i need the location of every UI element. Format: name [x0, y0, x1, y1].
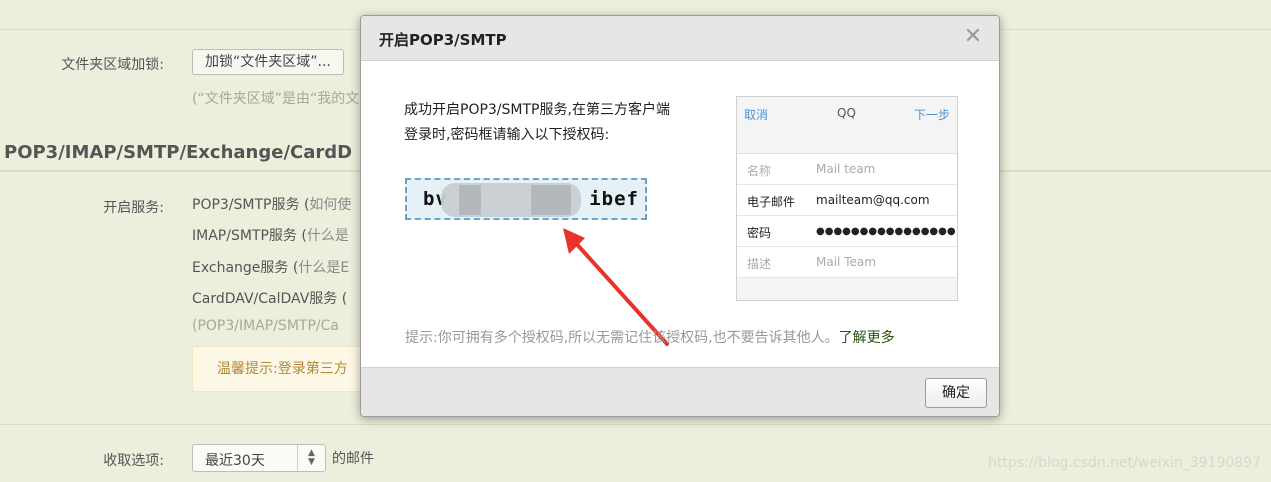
- phone-row-key: 电子邮件: [747, 195, 796, 209]
- fetch-range-select[interactable]: 最近30天 ▲ ▼: [192, 444, 326, 472]
- service-exchange-help-link[interactable]: 什么是E: [298, 260, 349, 276]
- service-imap: IMAP/SMTP服务 (什么是: [192, 225, 349, 245]
- service-carddav-name: CardDAV/CalDAV服务 (: [192, 291, 348, 307]
- service-pop3-help-link[interactable]: 如何使: [309, 197, 351, 213]
- phone-row-name: 名称 Mail team: [737, 154, 957, 185]
- fetch-divider: [0, 424, 1271, 425]
- phone-row-value: mailteam@qq.com: [816, 193, 930, 207]
- ok-button[interactable]: 确定: [925, 378, 987, 408]
- phone-row-value: Mail team: [816, 162, 876, 176]
- service-carddav: CardDAV/CalDAV服务 (: [192, 288, 347, 308]
- phone-row-key: 描述: [747, 257, 772, 271]
- phone-next: 下一步: [913, 108, 950, 122]
- learn-more-link[interactable]: 了解更多: [839, 330, 895, 346]
- phone-row-key: 密码: [747, 226, 772, 240]
- phone-row-desc: 描述 Mail Team: [737, 247, 957, 278]
- service-pop3-name: POP3/SMTP服务 (: [192, 197, 310, 213]
- redaction-block: [497, 188, 517, 214]
- section-title: POP3/IMAP/SMTP/Exchange/CardD: [4, 142, 353, 163]
- redaction-block: [459, 185, 481, 215]
- dialog-footer: 确定: [361, 367, 999, 416]
- phone-row-key: 名称: [747, 164, 772, 178]
- fetch-label: 收取选项:: [103, 453, 164, 469]
- dialog-title: 开启POP3/SMTP: [379, 31, 507, 49]
- service-exchange-name: Exchange服务 (: [192, 260, 299, 276]
- fetch-suffix: 的邮件: [332, 451, 374, 467]
- dialog-message: 成功开启POP3/SMTP服务,在第三方客户端 登录时,密码框请输入以下授权码:: [404, 98, 714, 148]
- services-note: (POP3/IMAP/SMTP/Ca: [192, 318, 339, 334]
- updown-arrow-icon: ▲ ▼: [297, 445, 325, 471]
- dialog-tip: 提示:你可拥有多个授权码,所以无需记住该授权码,也不要告诉其他人。了解更多: [405, 327, 895, 347]
- folder-lock-label: 文件夹区域加锁:: [61, 57, 164, 73]
- phone-cancel: 取消: [744, 108, 769, 122]
- service-imap-name: IMAP/SMTP服务 (: [192, 228, 307, 244]
- auth-code-dialog: 开启POP3/SMTP ✕ 成功开启POP3/SMTP服务,在第三方客户端 登录…: [360, 15, 1000, 417]
- watermark: https://blog.csdn.net/weixin_39190897: [987, 455, 1261, 471]
- auth-code-suffix: ibef: [589, 188, 639, 210]
- folder-note: (“文件夹区域”是由“我的文: [192, 91, 360, 107]
- phone-form: 名称 Mail team 电子邮件 mailteam@qq.com 密码 ●●●…: [737, 153, 957, 278]
- close-icon[interactable]: ✕: [961, 24, 985, 50]
- service-imap-help-link[interactable]: 什么是: [307, 228, 349, 244]
- auth-code-box[interactable]: bv ibef: [405, 178, 647, 220]
- phone-example: 取消 QQ 下一步 名称 Mail team 电子邮件 mailteam@qq.…: [736, 96, 958, 301]
- dialog-header: 开启POP3/SMTP ✕: [361, 16, 999, 61]
- folder-lock-button[interactable]: 加锁“文件夹区域”...: [192, 49, 344, 75]
- phone-row-email: 电子邮件 mailteam@qq.com: [737, 185, 957, 216]
- phone-row-value: ●●●●●●●●●●●●●●●●: [816, 226, 956, 237]
- phone-title: QQ: [837, 106, 856, 120]
- message-line-1: 成功开启POP3/SMTP服务,在第三方客户端: [404, 102, 670, 118]
- phone-nav-bar: 取消 QQ 下一步: [737, 97, 957, 129]
- phone-row-password: 密码 ●●●●●●●●●●●●●●●●: [737, 216, 957, 247]
- fetch-range-value: 最近30天: [205, 453, 265, 469]
- phone-row-value: Mail Team: [816, 255, 876, 269]
- service-exchange: Exchange服务 (什么是E: [192, 257, 349, 277]
- redaction-block: [531, 185, 571, 215]
- service-pop3: POP3/SMTP服务 (如何使: [192, 194, 351, 214]
- message-line-2: 登录时,密码框请输入以下授权码:: [404, 127, 610, 143]
- service-label: 开启服务:: [103, 200, 164, 216]
- tip-text: 提示:你可拥有多个授权码,所以无需记住该授权码,也不要告诉其他人。: [405, 330, 839, 346]
